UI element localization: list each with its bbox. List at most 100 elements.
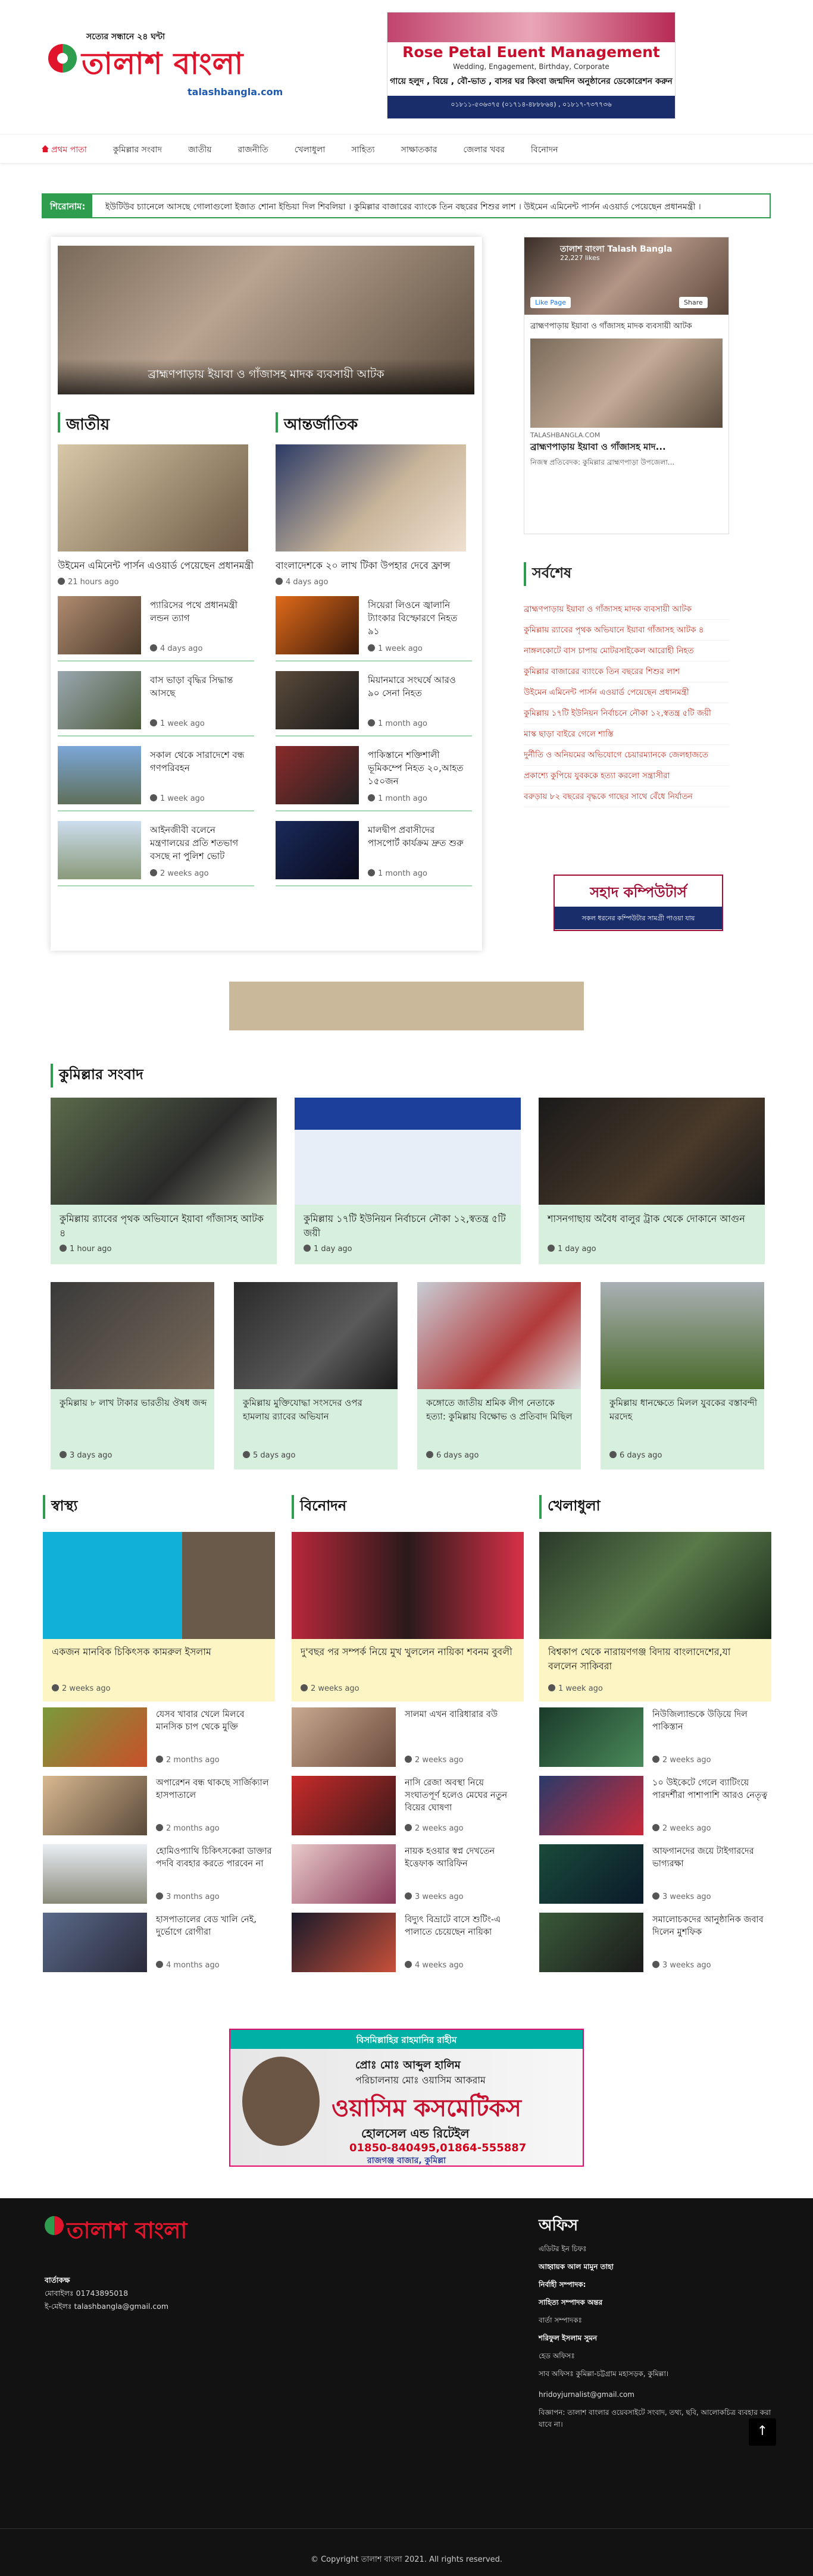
news-card[interactable]: শাসনগাছায় অবৈধ বালুর ট্রাক থেকে দোকানে … bbox=[539, 1098, 765, 1264]
entertainment-heading[interactable]: বিনোদন bbox=[292, 1495, 346, 1519]
national-heading[interactable]: জাতীয় bbox=[58, 412, 254, 434]
comilla-heading[interactable]: কুমিল্লার সংবাদ bbox=[51, 1064, 143, 1088]
nav-item-district[interactable]: জেলার খবর bbox=[463, 143, 505, 157]
sports-heading[interactable]: খেলাধুলা bbox=[539, 1495, 601, 1519]
item-title[interactable]: হাসপাতালের বেড খালি নেই, দুর্ভোগে রোগীরা bbox=[156, 1914, 272, 1939]
item-title[interactable]: নাসি রেজা অবস্থা নিয়ে সংঘাতপূর্ণ হলেও ম… bbox=[405, 1777, 521, 1815]
card-title[interactable]: কুমিল্লায় র‍্যাবের পৃথক অভিযানে ইয়াবা … bbox=[60, 1212, 268, 1240]
nav-item-entertainment[interactable]: বিনোদন bbox=[531, 143, 558, 157]
sports-lead-card[interactable]: বিশ্বকাপ থেকে নারায়ণগঞ্জ বিদায় বাংলাদে… bbox=[539, 1532, 771, 1701]
item-title[interactable]: সিয়েরা লিওনে জ্বালানি ট্যাংকার বিস্ফোরণ… bbox=[368, 598, 466, 638]
item-title[interactable]: সমালোচকদের আনুষ্ঠানিক জবাব দিলেন মুশফিক bbox=[652, 1914, 768, 1939]
international-heading[interactable]: আন্তর্জাতিক bbox=[276, 412, 472, 434]
news-card[interactable]: কুমিল্লায় ধানক্ষেতে মিলল যুবকের বস্তাবন… bbox=[601, 1282, 764, 1469]
fb-post-title[interactable]: ব্রাহ্মণপাড়ায় ইয়াবা ও গাঁজাসহ মাদ... bbox=[524, 439, 728, 456]
latest-link[interactable]: বরুড়ায় ৮২ বছরের বৃদ্ধকে গাছের সাথে বেঁ… bbox=[524, 786, 729, 807]
latest-link[interactable]: উইমেন এমিনেন্ট পার্সন এওয়ার্ড পেয়েছেন … bbox=[524, 682, 729, 703]
item-title[interactable]: ১০ উইকেটে গেলে ব্যাটিংয়ে পারদর্শীরা পাশ… bbox=[652, 1777, 768, 1802]
fb-like-button[interactable]: Like Page bbox=[530, 297, 571, 308]
card-title[interactable]: কুমিল্লায় মুক্তিযোদ্ধা সংসদের ওপর হামলা… bbox=[243, 1396, 392, 1424]
card-title[interactable]: কঙ্গোতে জাতীয় শ্রমিক লীগ নেতাকে হত্যা: … bbox=[426, 1396, 575, 1424]
card-title[interactable]: শাসনগাছায় অবৈধ বালুর ট্রাক থেকে দোকানে … bbox=[548, 1212, 756, 1226]
fb-post-image[interactable] bbox=[530, 339, 723, 428]
item-title[interactable]: সালমা এখন বারিধারার বউ bbox=[405, 1709, 521, 1721]
footer-line[interactable]: hridoyjurnalist@gmail.com bbox=[539, 2389, 777, 2400]
ticker-text[interactable]: ইউটিউব চ্যানেলে আসছে গোলাগুলো ইজাত শোনা … bbox=[105, 200, 701, 214]
list-item[interactable]: বাস ভাড়া বৃদ্ধির সিদ্ধান্ত আসছে 1 week a… bbox=[58, 665, 254, 737]
latest-link[interactable]: প্রকাশ্যে কুপিয়ে যুবককে হত্যা করলো সন্ত… bbox=[524, 766, 729, 786]
latest-link[interactable]: মাস্ক ছাড়া বাইরে গেলে শাস্তি bbox=[524, 724, 729, 745]
list-item[interactable]: আইনজীবী বলেনে মন্ত্রণালয়ের প্রতি শতভাগ … bbox=[58, 815, 254, 886]
sidebar-advertisement[interactable]: সহাদ কম্পিউটার্স সকল ধরনের কম্পিউটার সাম… bbox=[554, 875, 723, 931]
list-item[interactable]: আফগানদের জয়ে টাইগারদের ভাগ্যরক্ষা 3 week… bbox=[539, 1844, 771, 1910]
list-item[interactable]: পাকিস্তানে শক্তিশালী ভূমিকম্পে নিহত ২০,আ… bbox=[276, 740, 472, 811]
item-title[interactable]: মিয়ানমারে সংঘর্ষে আরও ৯০ সেনা নিহত bbox=[368, 673, 466, 700]
latest-link[interactable]: কুমিল্লায় ১৭টি ইউনিয়ন নির্বাচনে নৌকা ১… bbox=[524, 703, 729, 724]
card-title[interactable]: দু'বছর পর সম্পর্ক নিয়ে মুখ খুললেন নায়ি… bbox=[301, 1645, 515, 1659]
hero-caption[interactable]: ব্রাহ্মণপাড়ায় ইয়াবা ও গাঁজাসহ মাদক ব্… bbox=[58, 366, 474, 385]
nav-item-interview[interactable]: সাক্ষাতকার bbox=[401, 143, 437, 157]
item-title[interactable]: নায়ক হওয়ার স্বপ্ন দেখতেন ইত্তেফাক আরিফ… bbox=[405, 1845, 521, 1870]
item-title[interactable]: সকাল থেকে সারাদেশে বন্ধ গণপরিবহন bbox=[150, 748, 248, 775]
footer-logo[interactable]: তালাশ বাংলা bbox=[67, 2213, 187, 2251]
list-item[interactable]: প্যারিসের পথে প্রধানমন্ত্রী লন্ডন ত্যাগ 4… bbox=[58, 590, 254, 662]
list-item[interactable]: সমালোচকদের আনুষ্ঠানিক জবাব দিলেন মুশফিক 3… bbox=[539, 1913, 771, 1978]
list-item[interactable]: সিয়েরা লিওনে জ্বালানি ট্যাংকার বিস্ফোরণ… bbox=[276, 590, 472, 662]
list-item[interactable]: ১০ উইকেটে গেলে ব্যাটিংয়ে পারদর্শীরা পাশ… bbox=[539, 1776, 771, 1841]
news-card[interactable]: কুমিল্লায় ১৭টি ইউনিয়ন নির্বাচনে নৌকা ১… bbox=[295, 1098, 521, 1264]
nav-item-comilla[interactable]: কুমিল্লার সংবাদ bbox=[113, 143, 162, 157]
list-item[interactable]: বিদ্যুৎ বিভ্রাটে বাসে শুটিং-এ পালাতে চেয… bbox=[292, 1913, 524, 1978]
card-title[interactable]: কুমিল্লায় ধানক্ষেতে মিলল যুবকের বস্তাবন… bbox=[609, 1396, 758, 1424]
nav-item-home[interactable]: প্রথম পাতা bbox=[42, 143, 87, 157]
list-item[interactable]: হোমিওপ্যাথি চিকিৎসকেরা ডাক্তার পদবি ব্যব… bbox=[43, 1844, 275, 1910]
item-title[interactable]: আইনজীবী বলেনে মন্ত্রণালয়ের প্রতি শতভাগ … bbox=[150, 823, 248, 863]
fb-share-button[interactable]: Share bbox=[679, 297, 708, 308]
item-title[interactable]: আফগানদের জয়ে টাইগারদের ভাগ্যরক্ষা bbox=[652, 1845, 768, 1870]
card-title[interactable]: বিশ্বকাপ থেকে নারায়ণগঞ্জ বিদায় বাংলাদে… bbox=[548, 1645, 762, 1674]
card-title[interactable]: একজন মানবিক চিকিৎসক কামরুল ইসলাম bbox=[52, 1645, 266, 1659]
item-title[interactable]: নিউজিল্যান্ডকে উড়িয়ে দিল পাকিস্তান bbox=[652, 1709, 768, 1734]
news-card[interactable]: কুমিল্লায় র‍্যাবের পৃথক অভিযানে ইয়াবা … bbox=[51, 1098, 277, 1264]
list-item[interactable]: সালমা এখন বারিধারার বউ 2 weeks ago bbox=[292, 1707, 524, 1773]
item-title[interactable]: অপারেশন বন্ধ থাকছে সার্জিক্যাল হাসপাতালে bbox=[156, 1777, 272, 1802]
list-item[interactable]: নায়ক হওয়ার স্বপ্ন দেখতেন ইত্তেফাক আরিফ… bbox=[292, 1844, 524, 1910]
international-lead-image[interactable] bbox=[276, 444, 466, 551]
hero-slider[interactable]: ব্রাহ্মণপাড়ায় ইয়াবা ও গাঁজাসহ মাদক ব্… bbox=[58, 246, 474, 394]
item-title[interactable]: মালদ্বীপ প্রবাসীদের পাসপোর্ট কার্যক্রম দ… bbox=[368, 823, 466, 850]
scroll-top-button[interactable]: ↑ bbox=[749, 2418, 776, 2446]
item-title[interactable]: বাস ভাড়া বৃদ্ধির সিদ্ধান্ত আসছে bbox=[150, 673, 248, 700]
list-item[interactable]: নাসি রেজা অবস্থা নিয়ে সংঘাতপূর্ণ হলেও ম… bbox=[292, 1776, 524, 1841]
item-title[interactable]: প্যারিসের পথে প্রধানমন্ত্রী লন্ডন ত্যাগ bbox=[150, 598, 248, 625]
card-title[interactable]: কুমিল্লায় ১৭টি ইউনিয়ন নির্বাচনে নৌকা ১… bbox=[304, 1212, 512, 1240]
latest-link[interactable]: ব্রাহ্মণপাড়ায় ইয়াবা ও গাঁজাসহ মাদক ব্… bbox=[524, 599, 729, 620]
middle-advertisement[interactable] bbox=[229, 982, 584, 1030]
latest-link[interactable]: কুমিল্লার বাজারের ব্যাংকে তিন বছরের শিশু… bbox=[524, 662, 729, 682]
news-card[interactable]: কুমিল্লায় ৮ লাখ টাকার ভারতীয় ঔষধ জব্দ … bbox=[51, 1282, 214, 1469]
site-logo[interactable]: সত্যের সন্ধানে ২৪ ঘন্টা তালাশ বাংলা tala… bbox=[45, 30, 283, 107]
nav-item-politics[interactable]: রাজনীতি bbox=[237, 143, 268, 157]
health-lead-card[interactable]: একজন মানবিক চিকিৎসক কামরুল ইসলাম 2 weeks… bbox=[43, 1532, 275, 1701]
entertainment-lead-card[interactable]: দু'বছর পর সম্পর্ক নিয়ে মুখ খুললেন নায়ি… bbox=[292, 1532, 524, 1701]
nav-item-literature[interactable]: সাহিত্য bbox=[351, 143, 374, 157]
latest-link[interactable]: নাঙ্গলকোটে বাস চাপায় মোটরসাইকেল আরোহী ন… bbox=[524, 641, 729, 662]
footer-email[interactable]: ই-মেইলঃ talashbangla@gmail.com bbox=[45, 2302, 168, 2314]
facebook-page-widget[interactable]: তালাশ বাংলা Talash Bangla 22,227 likes L… bbox=[524, 237, 729, 534]
list-item[interactable]: অপারেশন বন্ধ থাকছে সার্জিক্যাল হাসপাতালে… bbox=[43, 1776, 275, 1841]
news-card[interactable]: কুমিল্লায় মুক্তিযোদ্ধা সংসদের ওপর হামলা… bbox=[234, 1282, 398, 1469]
list-item[interactable]: সকাল থেকে সারাদেশে বন্ধ গণপরিবহন 1 week a… bbox=[58, 740, 254, 811]
international-lead-title[interactable]: বাংলাদেশকে ২০ লাখ টিকা উপহার দেবে ফ্রান্… bbox=[276, 559, 472, 573]
news-card[interactable]: কঙ্গোতে জাতীয় শ্রমিক লীগ নেতাকে হত্যা: … bbox=[417, 1282, 581, 1469]
national-lead-image[interactable] bbox=[58, 444, 248, 551]
item-title[interactable]: হোমিওপ্যাথি চিকিৎসকেরা ডাক্তার পদবি ব্যব… bbox=[156, 1845, 272, 1870]
item-title[interactable]: পাকিস্তানে শক্তিশালী ভূমিকম্পে নিহত ২০,আ… bbox=[368, 748, 466, 788]
header-advertisement[interactable]: Rose Petal Euent Management Wedding, Eng… bbox=[387, 12, 676, 119]
card-title[interactable]: কুমিল্লায় ৮ লাখ টাকার ভারতীয় ঔষধ জব্দ bbox=[60, 1396, 208, 1410]
bottom-advertisement[interactable]: বিসমিল্লাহির রাহমানির রাহীম প্রোঃ মোঃ আব… bbox=[229, 2029, 584, 2167]
list-item[interactable]: হাসপাতালের বেড খালি নেই, দুর্ভোগে রোগীরা… bbox=[43, 1913, 275, 1978]
nav-item-national[interactable]: জাতীয় bbox=[188, 143, 211, 157]
latest-link[interactable]: কুমিল্লায় র‍্যাবের পৃথক অভিযানে ইয়াবা … bbox=[524, 620, 729, 641]
latest-link[interactable]: দুর্নীতি ও অনিয়মের অভিযোগে চেয়ারম্যানক… bbox=[524, 745, 729, 766]
list-item[interactable]: মালদ্বীপ প্রবাসীদের পাসপোর্ট কার্যক্রম দ… bbox=[276, 815, 472, 886]
list-item[interactable]: মিয়ানমারে সংঘর্ষে আরও ৯০ সেনা নিহত 1 mon… bbox=[276, 665, 472, 737]
nav-item-sports[interactable]: খেলাধুলা bbox=[295, 143, 326, 157]
